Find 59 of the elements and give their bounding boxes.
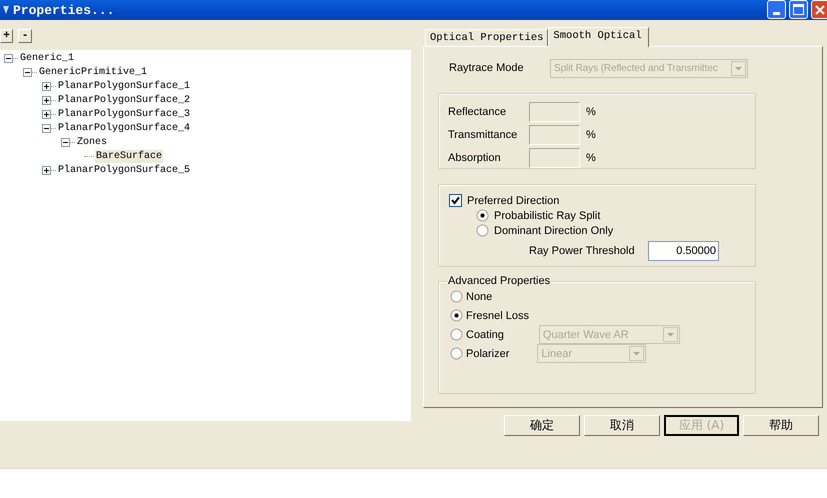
app-icon bbox=[2, 5, 10, 15]
field-label: Ray Power Threshold bbox=[529, 245, 636, 257]
unit-label: % bbox=[586, 128, 596, 140]
input-field[interactable]: 0.50000 bbox=[648, 241, 719, 261]
radio-label: Probabilistic Ray Split bbox=[494, 210, 600, 222]
collapse-icon[interactable] bbox=[23, 68, 32, 76]
field-label: Raytrace Mode bbox=[449, 62, 525, 74]
expand-all-button[interactable]: + bbox=[0, 29, 13, 43]
input-field[interactable] bbox=[529, 148, 580, 168]
tree-item[interactable]: BareSurface bbox=[95, 150, 164, 162]
tree-item[interactable]: PlanarPolygonSurface_2 bbox=[57, 94, 192, 106]
expand-icon[interactable] bbox=[42, 82, 51, 90]
radio-button[interactable] bbox=[450, 290, 463, 303]
close-icon bbox=[814, 4, 824, 14]
group-title: Advanced Properties bbox=[447, 275, 552, 287]
input-field[interactable] bbox=[529, 124, 580, 144]
radio-label: Polarizer bbox=[466, 348, 510, 360]
unit-label: % bbox=[586, 152, 596, 164]
tree-item[interactable]: Zones bbox=[76, 136, 108, 148]
tree-item[interactable]: Generic_1 bbox=[19, 52, 76, 64]
dialog-button[interactable]: 取消 bbox=[584, 415, 660, 436]
radio-button[interactable] bbox=[450, 328, 463, 341]
dialog-button[interactable]: 帮助 bbox=[743, 415, 819, 436]
radio-button[interactable] bbox=[476, 224, 489, 237]
field-label: Absorption bbox=[448, 152, 502, 164]
checkbox[interactable] bbox=[449, 194, 462, 207]
expand-icon[interactable] bbox=[42, 110, 51, 118]
tree-item[interactable]: PlanarPolygonSurface_1 bbox=[57, 80, 192, 92]
maximize-icon bbox=[793, 4, 804, 15]
radio-button[interactable] bbox=[450, 347, 463, 360]
expand-icon[interactable] bbox=[42, 96, 51, 104]
tab[interactable]: Smooth Optical bbox=[548, 27, 649, 47]
window-title: Properties... bbox=[13, 2, 114, 18]
radio-label: None bbox=[466, 290, 492, 302]
input-field[interactable] bbox=[529, 102, 580, 122]
tree-item[interactable]: PlanarPolygonSurface_4 bbox=[57, 122, 192, 134]
radio-label: Fresnel Loss bbox=[466, 310, 529, 322]
collapse-icon[interactable] bbox=[42, 124, 51, 132]
checkbox-label: Preferred Direction bbox=[467, 194, 560, 206]
maximize-button[interactable] bbox=[789, 0, 808, 19]
collapse-icon[interactable] bbox=[61, 138, 70, 146]
radio-button[interactable] bbox=[476, 209, 489, 222]
collapse-all-button[interactable]: - bbox=[18, 29, 32, 43]
field-label: Reflectance bbox=[448, 106, 508, 118]
close-button[interactable] bbox=[811, 0, 827, 19]
tree-item[interactable]: GenericPrimitive_1 bbox=[38, 66, 148, 78]
collapse-icon[interactable] bbox=[4, 54, 13, 62]
radio-button[interactable] bbox=[450, 309, 463, 322]
tab[interactable]: Optical Properties bbox=[425, 29, 548, 46]
dialog-button[interactable]: 确定 bbox=[504, 415, 580, 436]
minimize-icon bbox=[773, 12, 780, 15]
field-label: Transmittance bbox=[448, 128, 518, 140]
radio-label: Coating bbox=[466, 328, 504, 340]
tree-item[interactable]: PlanarPolygonSurface_5 bbox=[57, 164, 192, 176]
unit-label: % bbox=[586, 106, 596, 118]
tree-item[interactable]: PlanarPolygonSurface_3 bbox=[57, 108, 192, 120]
expand-icon[interactable] bbox=[42, 166, 51, 174]
radio-label: Dominant Direction Only bbox=[494, 224, 614, 236]
minimize-button[interactable] bbox=[767, 0, 786, 19]
